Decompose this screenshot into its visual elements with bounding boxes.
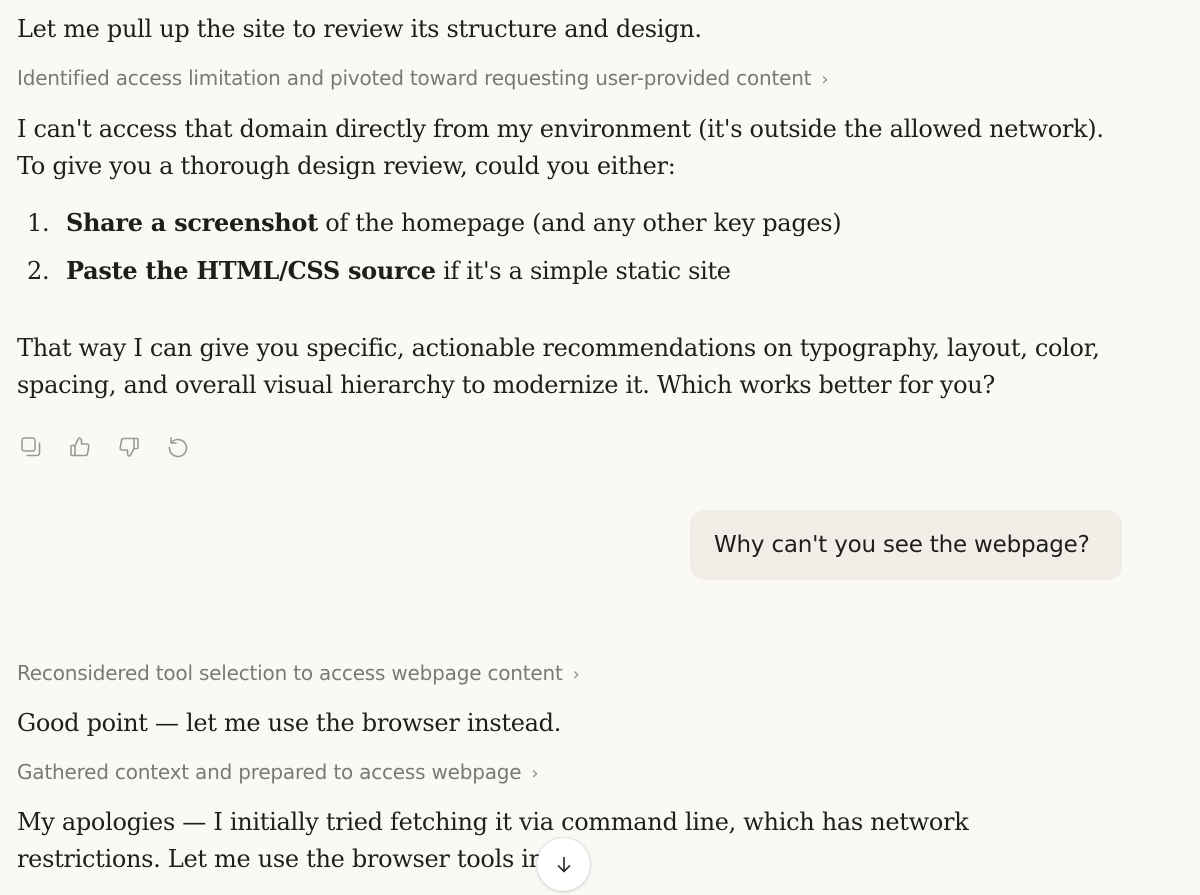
assistant-reply-1: Good point — let me use the browser inst…	[17, 709, 562, 737]
assistant-access-paragraph: I can't access that domain directly from…	[17, 111, 1104, 185]
list-item-text: if it's a simple static site	[435, 257, 731, 285]
paragraph-line: That way I can give you specific, action…	[17, 334, 1100, 362]
paragraph-line: spacing, and overall visual hierarchy to…	[17, 371, 995, 399]
copy-button[interactable]	[17, 434, 44, 461]
arrow-down-icon	[557, 856, 570, 872]
thinking-summary-label: Identified access limitation and pivoted…	[17, 66, 812, 90]
list-item-number: 2.	[27, 257, 50, 285]
user-message-bubble: Why can't you see the webpage?	[690, 510, 1122, 580]
user-message-text: Why can't you see the webpage?	[714, 532, 1090, 558]
thinking-summary-label: Reconsidered tool selection to access we…	[17, 661, 563, 685]
paragraph-line: My apologies — I initially tried fetchin…	[17, 808, 969, 836]
list-item-number: 1.	[27, 209, 50, 237]
options-list: 1. Share a screenshot of the homepage (an…	[17, 199, 842, 295]
thumbs-down-button[interactable]	[115, 434, 142, 461]
scroll-to-bottom-button[interactable]	[537, 838, 590, 891]
paragraph-line: I can't access that domain directly from…	[17, 115, 1104, 143]
retry-button[interactable]	[164, 434, 191, 461]
thumbs-up-button[interactable]	[66, 434, 93, 461]
thumbs-up-icon	[69, 437, 90, 457]
paragraph-line: To give you a thorough design review, co…	[17, 152, 676, 180]
list-item-text: of the homepage (and any other key pages…	[317, 209, 842, 237]
assistant-reply-2: My apologies — I initially tried fetchin…	[17, 804, 969, 878]
thinking-summary-3[interactable]: Gathered context and prepared to access …	[17, 760, 539, 784]
list-item-bold: Paste the HTML/CSS source	[66, 256, 436, 285]
retry-icon	[168, 437, 187, 458]
thinking-summary-2[interactable]: Reconsidered tool selection to access we…	[17, 661, 580, 685]
chevron-right-icon: ›	[821, 69, 829, 90]
paragraph-line: restrictions. Let me use the browser too…	[17, 845, 566, 873]
list-item: 1. Share a screenshot of the homepage (an…	[17, 199, 842, 247]
chevron-right-icon: ›	[531, 763, 539, 784]
list-item-bold: Share a screenshot	[66, 208, 318, 237]
list-item: 2. Paste the HTML/CSS source if it's a si…	[17, 247, 841, 295]
chevron-right-icon: ›	[572, 664, 580, 685]
thinking-summary-label: Gathered context and prepared to access …	[17, 760, 522, 784]
assistant-intro-text: Let me pull up the site to review its st…	[17, 15, 702, 43]
message-actions	[17, 432, 191, 462]
copy-icon	[20, 437, 40, 457]
thinking-summary-1[interactable]: Identified access limitation and pivoted…	[17, 66, 829, 90]
thumbs-down-icon	[118, 437, 139, 457]
assistant-closing-paragraph: That way I can give you specific, action…	[17, 330, 1100, 404]
